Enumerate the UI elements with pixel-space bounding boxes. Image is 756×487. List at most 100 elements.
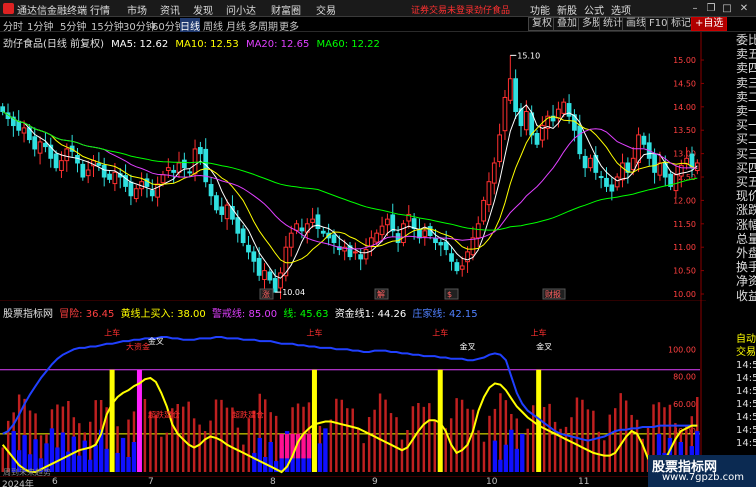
signal-label: 上车 <box>306 328 322 338</box>
tick-label: 14:5 <box>736 438 756 449</box>
build-label: 超跌建仓 <box>232 409 264 419</box>
period-tab-active[interactable]: 日线 <box>180 18 200 33</box>
candle-down <box>101 164 107 178</box>
candle-up <box>21 127 27 134</box>
high-label: 15.10 <box>517 51 540 60</box>
adjust-button[interactable]: 复权 <box>528 17 556 31</box>
period-tab[interactable]: 多周期 <box>248 18 278 33</box>
menu-news[interactable]: 资讯 <box>160 2 180 17</box>
menu-function[interactable]: 功能 <box>530 2 550 17</box>
stock-badge[interactable]: 劲仔食品 <box>474 3 510 16</box>
menu-wealth[interactable]: 财富圈 <box>271 2 301 17</box>
menu-ipo[interactable]: 新股 <box>557 2 577 17</box>
accumulation-bar <box>60 432 66 472</box>
event-label: $ <box>447 290 452 299</box>
candle-up <box>112 171 118 185</box>
candle-up <box>523 111 529 131</box>
price-tick-label: 11.00 <box>673 243 696 252</box>
restore-icon[interactable]: ❐ <box>704 2 718 15</box>
candle-up <box>278 272 283 289</box>
accumulation-bar <box>93 444 98 472</box>
minimize-icon[interactable]: – <box>688 2 702 15</box>
date-month: 8 <box>270 477 276 487</box>
menu-market[interactable]: 行情 <box>90 2 110 17</box>
accumulation-bar <box>503 444 509 472</box>
candle-up <box>556 108 561 119</box>
menu-formula[interactable]: 公式 <box>584 2 604 17</box>
candle-down <box>438 242 444 246</box>
menu-options[interactable]: 选项 <box>611 2 631 17</box>
candle-down <box>96 162 102 166</box>
event-label: 解 <box>377 289 385 299</box>
menu-trade[interactable]: 交易 <box>316 2 336 17</box>
candle-up <box>352 251 358 254</box>
indicator-chart[interactable]: 20.0040.0060.0080.00100.00上车大资金金叉上车上车金叉上… <box>0 300 706 476</box>
quote-label: 卖一 <box>736 104 756 119</box>
candle-up <box>620 162 625 181</box>
period-tab[interactable]: 15分钟 <box>91 18 124 33</box>
candle-down <box>433 237 438 244</box>
menu-ask[interactable]: 问小达 <box>226 2 256 17</box>
candle-up <box>288 232 294 248</box>
maximize-icon[interactable]: □ <box>720 2 734 15</box>
candle-up <box>475 223 481 239</box>
menu-region[interactable]: 市场 <box>127 2 147 17</box>
login-alert[interactable]: 证券交易未登录 <box>411 3 474 16</box>
candle-down <box>272 278 278 293</box>
period-tab[interactable]: 30分钟 <box>123 18 156 33</box>
signal-pillar <box>311 369 317 472</box>
ma10-label: MA10: 12.53 <box>175 39 239 50</box>
indicator-tick-label: 100.00 <box>668 345 696 354</box>
candle-up <box>561 101 567 114</box>
menu-discover[interactable]: 发现 <box>193 2 213 17</box>
candle-down <box>443 241 449 251</box>
candle-down <box>449 253 454 262</box>
build-label: 超跌建仓 <box>148 409 180 419</box>
candle-down <box>181 159 187 169</box>
candle-up <box>481 199 486 222</box>
accumulation-bar <box>317 443 323 472</box>
watermark-url: www.7gpzb.com <box>662 472 744 483</box>
candle-up <box>614 176 620 188</box>
accumulation-bar <box>115 452 120 472</box>
date-month: 7 <box>148 477 154 487</box>
candle-down <box>235 217 241 234</box>
date-axis: 2024年 6 7 8 9 10 11 12 <box>0 476 706 487</box>
candle-up <box>59 160 64 171</box>
period-tab[interactable]: 分时 <box>3 18 23 33</box>
period-tab-more[interactable]: 更多 <box>279 18 299 33</box>
candle-down <box>171 169 177 173</box>
candle-down <box>208 184 214 197</box>
candle-down <box>331 234 337 244</box>
tick-label: 14:5 <box>736 412 756 423</box>
period-tab[interactable]: 5分钟 <box>60 18 86 33</box>
period-tab[interactable]: 月线 <box>226 18 246 33</box>
indicator-name[interactable]: 股票指标网 <box>3 309 53 320</box>
candle-up <box>192 148 198 175</box>
candle-down <box>454 262 460 272</box>
quote-label: 总量 <box>736 231 756 246</box>
candle-down <box>43 142 48 148</box>
candlestick-chart[interactable]: 10.0010.5011.0011.5012.0012.5013.0013.50… <box>0 32 706 300</box>
date-month: 9 <box>372 477 378 487</box>
accumulation-bar <box>131 442 137 472</box>
candle-up <box>502 96 508 132</box>
candle-up <box>385 218 390 226</box>
price-tick-label: 10.50 <box>673 267 696 276</box>
line-label: 线: 45.63 <box>283 309 329 320</box>
candle-down <box>0 106 6 113</box>
period-tab[interactable]: 1分钟 <box>27 18 53 33</box>
candle-down <box>187 171 193 174</box>
candle-up <box>224 204 230 220</box>
candle-down <box>128 181 134 197</box>
price-tick-label: 10.00 <box>673 290 696 299</box>
quote-label: 净资 <box>736 274 756 289</box>
period-tab[interactable]: 周线 <box>203 18 223 33</box>
candle-down <box>315 214 321 229</box>
candle-down <box>390 214 396 232</box>
add-watchlist-button[interactable]: +自选 <box>691 17 728 31</box>
close-icon[interactable]: ✕ <box>737 2 751 15</box>
overlay-button[interactable]: 叠加 <box>553 17 581 31</box>
accumulation-bar <box>509 429 514 472</box>
quote-label: 换手 <box>736 260 756 275</box>
